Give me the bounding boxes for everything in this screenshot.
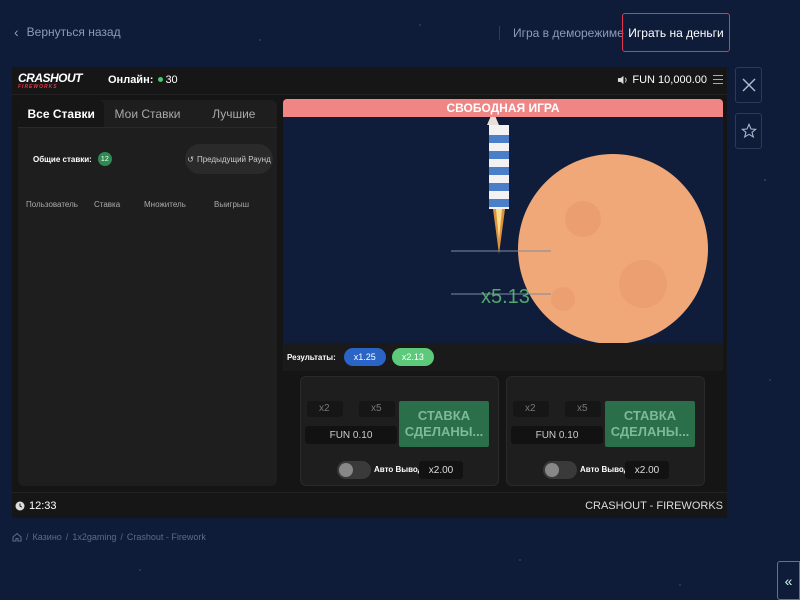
online-dot-icon	[158, 77, 164, 82]
quick-bet-x2-label: x2	[319, 403, 330, 414]
balance[interactable]: FUN 10,000.00	[617, 74, 707, 86]
quick-bet-x5-label: x5	[371, 403, 382, 414]
favorite-button[interactable]	[735, 113, 762, 149]
bet-amount-input[interactable]: FUN 0.10	[305, 426, 397, 444]
breadcrumb: / Казино / 1x2gaming / Crashout - Firewo…	[12, 532, 206, 542]
auto-cashout-input[interactable]: x2.00	[625, 461, 669, 479]
auto-cashout-label: Авто Вывод	[374, 465, 423, 474]
close-game-button[interactable]	[735, 67, 762, 103]
auto-cashout-input[interactable]: x2.00	[419, 461, 463, 479]
double-chevron-left-icon: «	[784, 572, 793, 589]
total-bets-count: 12	[97, 152, 112, 166]
auto-cashout-toggle[interactable]	[543, 461, 577, 479]
total-bets-label: Общие ставки:	[33, 154, 92, 164]
quick-bet-x2-label: x2	[525, 403, 536, 414]
previous-round-label: Предыдущий Раунд	[196, 154, 271, 164]
tab-all-bets[interactable]: Все Ставки	[18, 100, 105, 127]
play-for-money-button[interactable]: Играть на деньги	[622, 13, 730, 52]
column-bet: Ставка	[94, 200, 121, 209]
place-bet-button[interactable]: СТАВКА СДЕЛАНЫ...	[605, 401, 695, 447]
results-label: Результаты:	[287, 352, 336, 362]
back-label: Вернуться назад	[26, 25, 121, 39]
bets-table-header: Пользователь Ставка Множитель Выигрыш	[26, 200, 271, 209]
total-bets: Общие ставки: 12	[33, 152, 112, 166]
clock-icon	[15, 501, 25, 511]
bets-tabs: Все Ставки Мои Ставки Лучшие	[18, 100, 277, 128]
history-icon: ↺	[187, 154, 194, 164]
bets-panel: Все Ставки Мои Ставки Лучшие Общие ставк…	[18, 100, 277, 486]
online-counter: Онлайн: 30	[108, 74, 178, 86]
demo-mode-link[interactable]: Игра в деморежиме	[513, 26, 624, 40]
column-multiplier: Множитель	[144, 200, 186, 209]
game-logo: CRASHOUT FIREWORKS	[18, 71, 83, 90]
results-bar: Результаты: x1.25 x2.13	[283, 343, 723, 371]
star-icon	[740, 123, 757, 139]
bet-amount-input[interactable]: FUN 0.10	[511, 426, 603, 444]
close-icon	[741, 78, 756, 92]
game-header: CRASHOUT FIREWORKS Онлайн: 30 FUN 10,000…	[12, 67, 727, 95]
result-pill[interactable]: x2.13	[391, 348, 434, 366]
divider	[499, 26, 500, 40]
moon	[518, 154, 708, 343]
home-icon[interactable]	[12, 532, 22, 542]
game-title: CRASHOUT - FIREWORKS	[585, 500, 723, 512]
place-bet-button[interactable]: СТАВКА СДЕЛАНЫ...	[399, 401, 489, 447]
clock-time: 12:33	[29, 500, 57, 512]
column-win: Выигрыш	[214, 200, 250, 209]
auto-cashout-label: Авто Вывод	[580, 465, 629, 474]
collapse-sidebar-button[interactable]: «	[777, 561, 800, 600]
current-multiplier: x5.13	[481, 286, 530, 308]
previous-round-button[interactable]: ↺ Предыдущий Раунд	[185, 144, 273, 174]
chevron-left-icon: ‹	[14, 24, 19, 40]
breadcrumb-item: Crashout - Firework	[126, 532, 206, 542]
rocket	[487, 111, 509, 254]
back-link[interactable]: ‹ Вернуться назад	[14, 24, 121, 40]
free-play-banner: СВОБОДНАЯ ИГРА	[283, 99, 723, 117]
breadcrumb-item[interactable]: Казино	[33, 532, 62, 542]
bet-panel-1: x2 x5 FUN 0.10 СТАВКА СДЕЛАНЫ... Авто Вы…	[300, 376, 499, 486]
balance-value: FUN 10,000.00	[632, 74, 707, 86]
breadcrumb-item[interactable]: 1x2gaming	[72, 532, 116, 542]
menu-icon[interactable]	[713, 75, 723, 84]
game-frame: CRASHOUT FIREWORKS Онлайн: 30 FUN 10,000…	[12, 67, 727, 518]
game-footer: 12:33 CRASHOUT - FIREWORKS	[12, 492, 727, 518]
game-canvas: СВОБОДНАЯ ИГРА x5.13	[283, 99, 723, 343]
tab-my-bets[interactable]: Мои Ставки	[104, 100, 190, 127]
quick-bet-x5-label: x5	[577, 403, 588, 414]
column-user: Пользователь	[26, 200, 78, 209]
auto-cashout-toggle[interactable]	[337, 461, 371, 479]
result-pill[interactable]: x1.25	[343, 348, 386, 366]
bet-panel-2: x2 x5 FUN 0.10 СТАВКА СДЕЛАНЫ... Авто Вы…	[506, 376, 705, 486]
clock: 12:33	[15, 500, 57, 512]
sound-icon[interactable]	[617, 75, 628, 85]
tab-top[interactable]: Лучшие	[191, 100, 277, 127]
